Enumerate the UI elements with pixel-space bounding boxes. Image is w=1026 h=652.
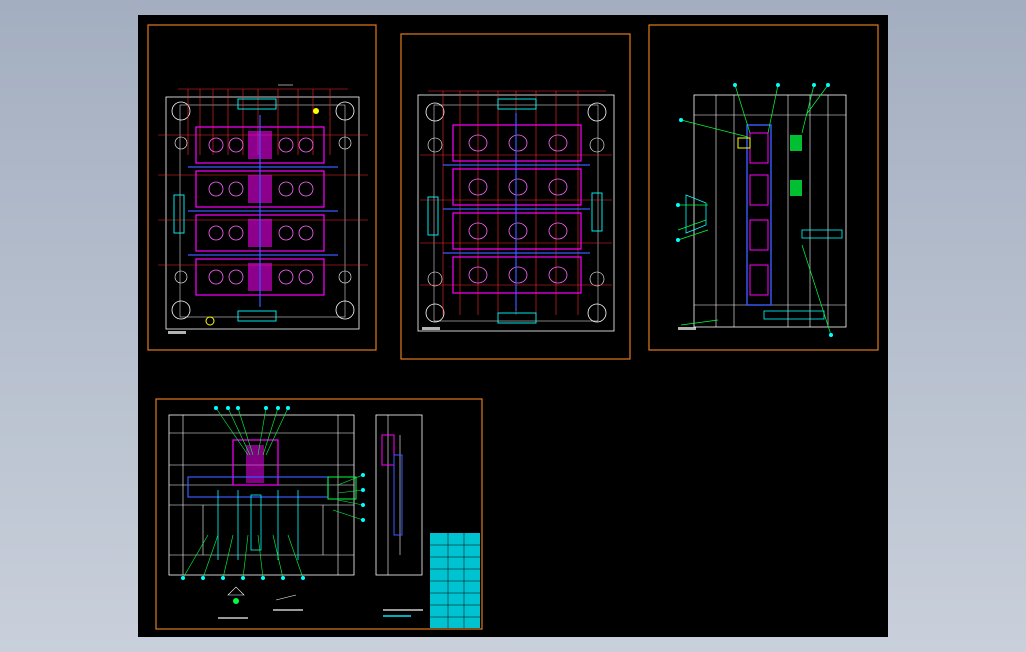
drawing-sheet-4[interactable] (155, 398, 483, 630)
drawing-sheet-3[interactable] (648, 24, 879, 351)
cad-drawing-canvas (147, 24, 879, 630)
cad-viewport[interactable] (138, 15, 888, 637)
title-block-icon (430, 533, 480, 628)
drawing-sheet-1[interactable] (147, 24, 377, 351)
drawing-sheet-2[interactable] (400, 33, 631, 360)
